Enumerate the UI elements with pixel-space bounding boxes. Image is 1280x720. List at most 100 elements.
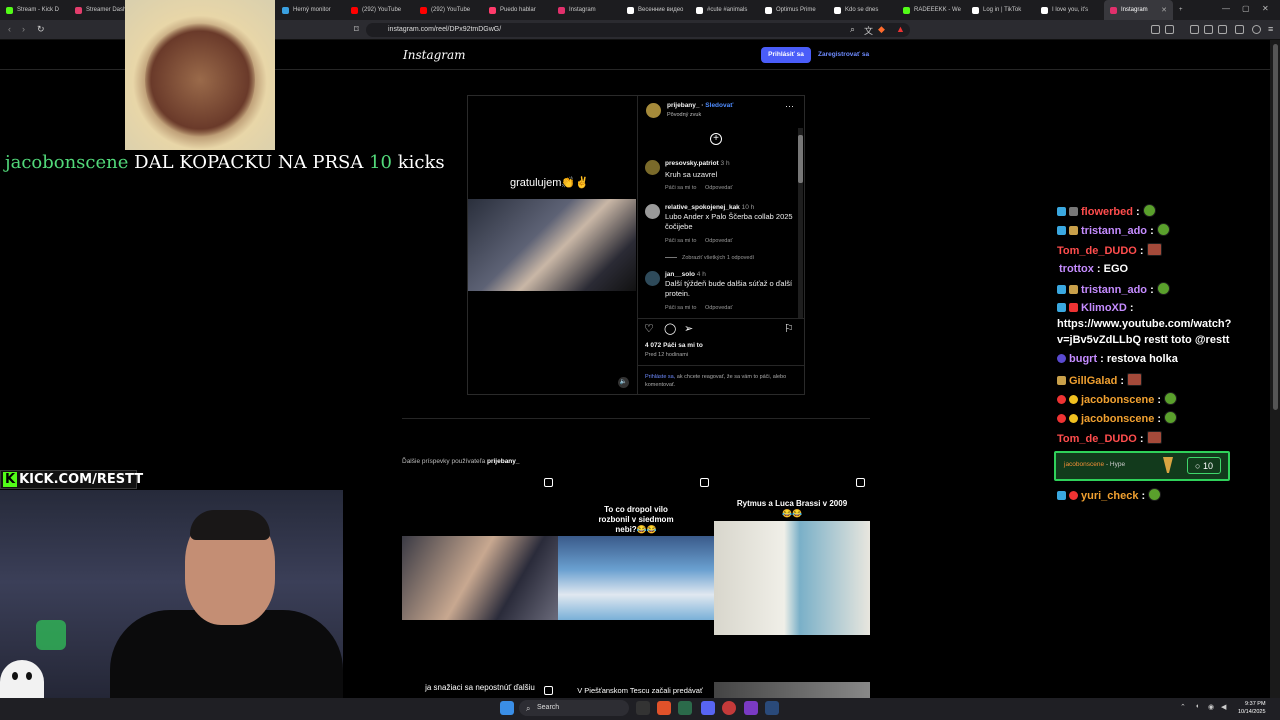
emote-icon [1127,373,1143,386]
instagram-logo[interactable]: Instagram [403,48,466,62]
volume-icon[interactable]: ◀ [1221,703,1226,711]
reply-link[interactable]: Odpovedať [705,185,732,191]
browser-tab-active[interactable]: Instagram ✕ [1104,0,1173,20]
like-comment-link[interactable]: Páči sa mi to [665,305,696,311]
task-view-icon[interactable] [636,701,650,715]
browser-tab[interactable]: (292) YouTube [345,0,414,20]
discord-app-icon[interactable] [701,701,715,715]
tab-label: Log in | TikTok [983,7,1022,13]
bookmark-icon[interactable]: ⌑ [354,24,359,35]
downloads-icon[interactable] [1218,25,1227,34]
sidebar-icon[interactable] [1204,25,1213,34]
maximize-icon[interactable]: ▢ [1242,4,1250,13]
alert-user: jacobonscene [5,152,129,173]
post-thumbnail[interactable] [714,682,870,698]
save-bookmark-icon[interactable]: ⚐ [784,322,794,335]
more-options-icon[interactable]: ··· [785,101,794,111]
chat-user: jacobonscene [1081,413,1155,425]
post-username[interactable]: prijebany_ · Sledovať [667,102,733,109]
xbox-app-icon[interactable] [678,701,692,715]
browser-tab[interactable]: Kdo se dnes [828,0,897,20]
zoom-icon[interactable]: ⌕ [850,24,855,35]
mute-icon[interactable]: 🔈 [618,377,629,388]
brave-app-icon[interactable] [657,701,671,715]
extensions-icon[interactable] [1151,25,1160,34]
network-icon[interactable]: ◉ [1208,703,1214,711]
browser-tab[interactable]: (292) YouTube [414,0,483,20]
comment-user[interactable]: jan__solo 4 h [665,271,706,278]
taskbar-search[interactable]: Search [519,700,629,716]
avatar[interactable] [646,103,661,118]
like-count[interactable]: 4 072 Páči sa mi to [645,342,703,349]
obs-app-icon[interactable] [744,701,758,715]
thumbnail-image [558,536,714,620]
divider [402,418,870,419]
steam-app-icon[interactable] [765,701,779,715]
tab-label: #cute #animals [707,7,748,13]
browser-tab[interactable]: #cute #animals [690,0,759,20]
post-thumbnail[interactable] [714,473,870,635]
reel-icon [544,686,553,695]
login-button[interactable]: Prihlásiť sa [761,47,811,63]
screenshot-icon[interactable] [1165,25,1174,34]
profile-icon[interactable] [1252,25,1261,34]
emote-icon [1146,431,1162,444]
reload-icon[interactable]: ↻ [37,24,45,35]
emote-icon [1142,204,1156,217]
browser-tab[interactable]: Stream - Kick D [0,0,69,20]
translate-icon[interactable]: 文 [864,24,873,37]
like-comment-link[interactable]: Páči sa mi to [665,185,696,191]
url-field[interactable]: instagram.com/reel/DPx92tmDGwG/ [366,23,910,37]
page-scroll-thumb[interactable] [1273,44,1278,410]
tiktok-icon [972,6,979,14]
browser-tab[interactable]: I love you, it's [1035,0,1104,20]
comment-user[interactable]: presovsky.patriot 3 h [665,160,730,167]
forward-icon[interactable]: › [22,24,25,34]
post-thumbnail[interactable] [402,473,558,633]
signup-link[interactable]: Zaregistrovať sa [818,47,869,63]
like-heart-icon[interactable]: ♡ [644,322,654,335]
wallet-icon[interactable] [1235,25,1244,34]
badge-icon [1069,285,1078,294]
windows-start-icon[interactable] [500,701,514,715]
comment-user[interactable]: relative_spokojenej_kak 10 h [665,204,754,211]
avatar[interactable] [645,204,660,219]
share-icon[interactable]: ➢ [684,322,693,335]
add-icon[interactable]: + [710,133,722,145]
brave-shield-icon[interactable]: ◆ [878,24,885,35]
browser-tab[interactable]: Instagram [552,0,621,20]
more-posts-user[interactable]: prijebany_ [487,458,520,465]
like-comment-link[interactable]: Páči sa mi to [665,238,696,244]
taskbar-clock[interactable]: 9:37 PM 10/14/2025 [1238,700,1266,716]
reply-link[interactable]: Odpovedať [705,238,732,244]
browser-tab[interactable]: Herný monitor [276,0,345,20]
back-icon[interactable]: ‹ [8,24,11,34]
chat-user: yuri_check [1081,490,1139,502]
audio-label[interactable]: Pôvodný zvuk [667,112,701,118]
view-replies-link[interactable]: Zobraziť všetkých 1 odpovedí [682,255,754,261]
tab-label: Stream - Kick D [17,7,60,13]
close-tab-icon[interactable]: ✕ [1161,6,1167,14]
post-thumbnail[interactable] [558,473,714,633]
avatar[interactable] [645,160,660,175]
browser-tab[interactable]: Весенние видео [621,0,690,20]
avatar[interactable] [645,271,660,286]
tray-chevron-icon[interactable]: ⌃ [1180,703,1186,711]
reply-link[interactable]: Odpovedať [705,305,732,311]
browser-tab[interactable]: RADEEEKK - We [897,0,966,20]
login-prompt-link[interactable]: Prihláste sa, [645,374,675,380]
comment-icon[interactable]: ◯ [664,322,676,335]
browser-tab[interactable]: Log in | TikTok [966,0,1035,20]
mic-icon[interactable]: ◖ [1195,703,1199,710]
browser-tab[interactable]: Puedo hablar [483,0,552,20]
music-icon[interactable] [1190,25,1199,34]
chrome-app-icon[interactable] [722,701,736,715]
menu-icon[interactable]: ≡ [1268,24,1273,34]
close-window-icon[interactable]: ✕ [1262,4,1269,13]
browser-tab[interactable]: Optimus Prime [759,0,828,20]
rewards-icon[interactable]: ▲ [896,24,905,34]
chat-message: GillGalad : [1057,373,1143,387]
follow-link[interactable]: Sledovať [705,102,733,109]
minimize-icon[interactable]: — [1222,4,1230,13]
new-tab-button[interactable]: + [1173,0,1193,20]
